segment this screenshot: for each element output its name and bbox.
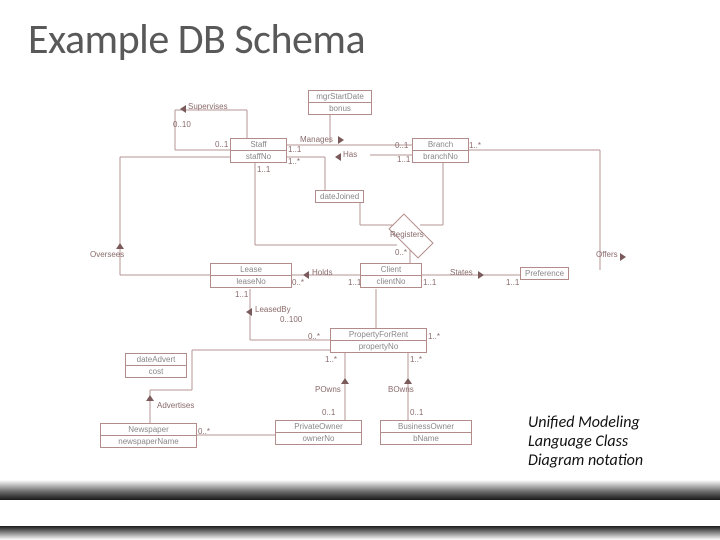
card-1se: 1..* <box>428 332 440 341</box>
entity-property: PropertyForRent propertyNo <box>330 328 427 353</box>
entity-powner-attr: ownerNo <box>276 433 361 444</box>
entity-staff: Staff staffNo <box>230 138 287 163</box>
entity-bowner: BusinessOwner bName <box>380 420 472 445</box>
entity-mgr: mgrStartDate bonus <box>308 90 372 115</box>
entity-powner-hdr: PrivateOwner <box>276 421 361 433</box>
card-1sb: 1..* <box>469 141 481 150</box>
card-1-1f: 1..1 <box>235 290 248 299</box>
caption-text: Unified Modeling Language Class Diagram … <box>528 413 678 470</box>
entity-lease: Lease leaseNo <box>210 263 292 288</box>
entity-dateadvert-attr: cost <box>126 366 186 377</box>
card-0-1b: 0..1 <box>395 141 408 150</box>
card-1-1c: 1..1 <box>348 278 361 287</box>
card-0sd: 0..* <box>198 427 210 436</box>
entity-lease-hdr: Lease <box>211 264 291 276</box>
arrow-icon <box>180 105 186 113</box>
arrow-icon <box>116 243 124 249</box>
card-0sb: 0..* <box>308 332 320 341</box>
entity-property-attr: propertyNo <box>331 341 426 352</box>
entity-dateadvert-hdr: dateAdvert <box>126 354 186 366</box>
entity-client: Client clientNo <box>360 263 422 288</box>
card-1sa: 1..* <box>288 157 300 166</box>
entity-property-hdr: PropertyForRent <box>331 329 426 341</box>
arrow-icon <box>338 136 344 144</box>
arrow-icon <box>146 395 154 401</box>
entity-branch-attr: branchNo <box>413 151 468 162</box>
lbl-states: States <box>450 268 473 277</box>
lbl-leasedby: LeasedBy <box>255 305 291 314</box>
card-0-100: 0..100 <box>280 315 302 324</box>
page-title: Example DB Schema <box>28 14 365 65</box>
card-1-1b: 1..1 <box>397 155 410 164</box>
card-0sc: 0..* <box>395 248 407 257</box>
entity-client-attr: clientNo <box>361 276 421 287</box>
decor-shadow <box>0 480 720 500</box>
entity-dateadvert: dateAdvert cost <box>125 353 187 378</box>
card-1sc: 1..* <box>325 355 337 364</box>
slide: Example DB Schema mgrStartDate bonus Sta… <box>0 0 720 540</box>
entity-newspaper-attr: newspaperName <box>101 436 196 447</box>
entity-bowner-hdr: BusinessOwner <box>381 421 471 433</box>
uml-diagram: mgrStartDate bonus Staff staffNo Branch … <box>60 85 660 465</box>
card-1-1e: 1..1 <box>506 278 519 287</box>
arrow-icon <box>246 308 252 316</box>
lbl-manages: Manages <box>300 135 333 144</box>
entity-branch-hdr: Branch <box>413 139 468 151</box>
arrow-icon <box>341 378 349 384</box>
entity-branch: Branch branchNo <box>412 138 469 163</box>
lbl-advertises: Advertises <box>157 401 194 410</box>
card-0-1a: 0..1 <box>215 140 228 149</box>
card-0-1d: 0..1 <box>410 408 423 417</box>
entity-client-hdr: Client <box>361 264 421 276</box>
card-0-1c: 0..1 <box>322 408 335 417</box>
lbl-powns: POwns <box>315 385 341 394</box>
entity-mgr-hdr: mgrStartDate <box>309 91 371 103</box>
lbl-bowns: BOwns <box>388 385 414 394</box>
entity-staff-attr: staffNo <box>231 151 286 162</box>
card-0-10: 0..10 <box>173 120 191 129</box>
card-1-1g: 1..1 <box>257 165 270 174</box>
lbl-oversees: Oversees <box>90 250 124 259</box>
arrow-icon <box>404 378 412 384</box>
entity-preference: Preference <box>520 267 569 280</box>
card-1-1d: 1..1 <box>423 278 436 287</box>
entity-powner: PrivateOwner ownerNo <box>275 420 362 445</box>
assoc-datejoined: dateJoined <box>315 190 364 203</box>
card-0sa: 0..* <box>292 278 304 287</box>
entity-newspaper: Newspaper newspaperName <box>100 423 197 448</box>
entity-staff-hdr: Staff <box>231 139 286 151</box>
lbl-offers: Offers <box>596 250 618 259</box>
lbl-supervises: Supervises <box>188 102 228 111</box>
entity-mgr-attr: bonus <box>309 103 371 114</box>
entity-lease-attr: leaseNo <box>211 276 291 287</box>
entity-newspaper-hdr: Newspaper <box>101 424 196 436</box>
card-1-1a: 1..1 <box>288 145 301 154</box>
arrow-icon <box>620 253 626 261</box>
arrow-icon <box>335 153 341 161</box>
decor-shadow2 <box>0 526 720 540</box>
arrow-icon <box>478 271 484 279</box>
card-1sd: 1..* <box>410 355 422 364</box>
assoc-registers-label: Registers <box>390 230 424 239</box>
lbl-holds: Holds <box>312 268 332 277</box>
lbl-has: Has <box>343 150 357 159</box>
entity-bowner-attr: bName <box>381 433 471 444</box>
